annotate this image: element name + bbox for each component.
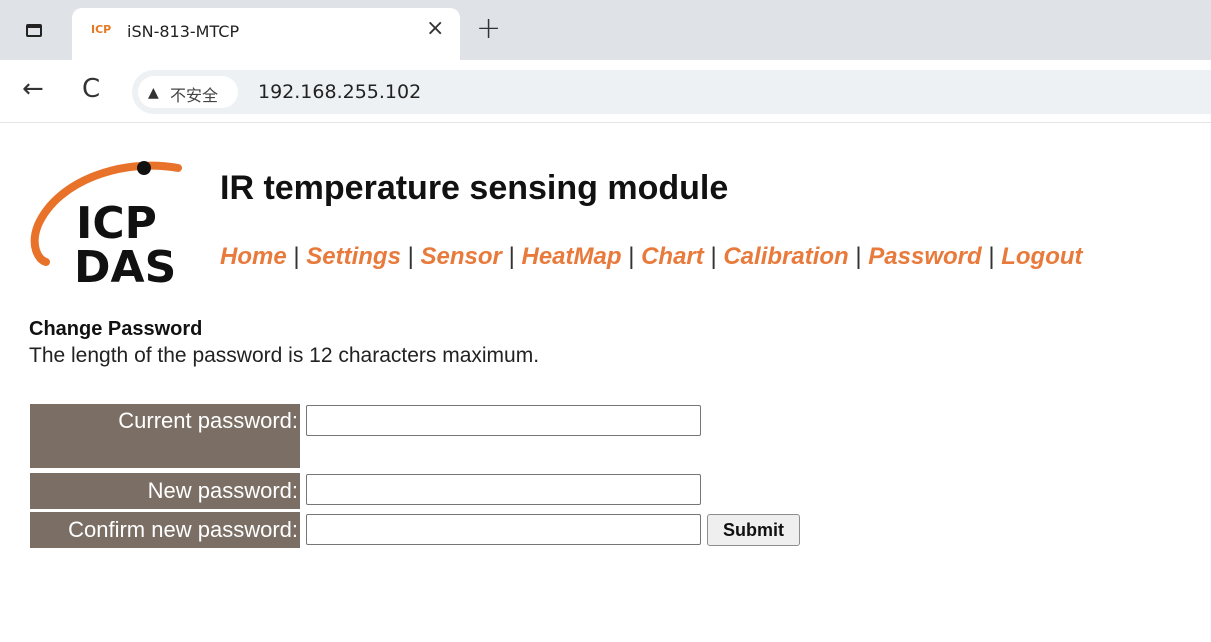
nav-link-logout[interactable]: Logout xyxy=(1001,243,1082,270)
browser-tabstrip: ICP iSN-813-MTCP × + xyxy=(0,0,1211,60)
confirm-password-label: Confirm new password: xyxy=(30,512,300,548)
close-tab-icon[interactable]: × xyxy=(426,18,444,40)
new-password-label: New password: xyxy=(30,473,300,509)
address-bar[interactable]: ▲ 不安全 192.168.255.102 xyxy=(132,70,1211,114)
page-title: IR temperature sensing module xyxy=(220,169,729,207)
site-favicon-icon: ICP xyxy=(91,23,112,36)
security-label: 不安全 xyxy=(170,86,219,105)
nav-link-home[interactable]: Home xyxy=(220,243,287,270)
warning-triangle-icon: ▲ xyxy=(148,85,159,101)
nav-link-sensor[interactable]: Sensor xyxy=(421,243,502,270)
reload-icon[interactable]: C xyxy=(82,76,100,102)
new-password-input[interactable] xyxy=(306,474,701,505)
nav-separator: | xyxy=(407,243,414,270)
nav-separator: | xyxy=(855,243,862,270)
nav-separator: | xyxy=(293,243,300,270)
nav-separator: | xyxy=(628,243,635,270)
browser-tab[interactable]: ICP iSN-813-MTCP × xyxy=(72,8,460,60)
window-menu-icon[interactable] xyxy=(26,24,42,37)
nav-link-chart[interactable]: Chart xyxy=(641,243,704,270)
nav-separator: | xyxy=(508,243,515,270)
confirm-password-input[interactable] xyxy=(306,514,701,545)
browser-toolbar: ← C ▲ 不安全 192.168.255.102 xyxy=(0,60,1211,123)
nav-separator: | xyxy=(988,243,995,270)
tab-title: iSN-813-MTCP xyxy=(127,22,240,41)
password-length-note: The length of the password is 12 charact… xyxy=(29,344,540,367)
back-arrow-icon[interactable]: ← xyxy=(22,76,44,102)
current-password-label: Current password: xyxy=(30,404,300,468)
main-nav: Home | Settings | Sensor | HeatMap | Cha… xyxy=(220,243,1083,271)
security-indicator[interactable]: ▲ 不安全 xyxy=(138,76,238,108)
nav-link-heatmap[interactable]: HeatMap xyxy=(521,243,621,270)
nav-link-settings[interactable]: Settings xyxy=(306,243,401,270)
logo-dot xyxy=(137,161,151,175)
nav-link-calibration[interactable]: Calibration xyxy=(723,243,848,270)
current-password-input[interactable] xyxy=(306,405,701,436)
nav-separator: | xyxy=(710,243,717,270)
icp-das-logo: ICP DAS xyxy=(30,161,182,290)
url-text[interactable]: 192.168.255.102 xyxy=(258,81,421,103)
submit-button[interactable]: Submit xyxy=(707,514,800,546)
nav-link-password[interactable]: Password xyxy=(868,243,981,270)
section-heading: Change Password xyxy=(29,318,203,340)
new-tab-icon[interactable]: + xyxy=(476,14,501,44)
logo-text-line2: DAS xyxy=(74,242,176,290)
